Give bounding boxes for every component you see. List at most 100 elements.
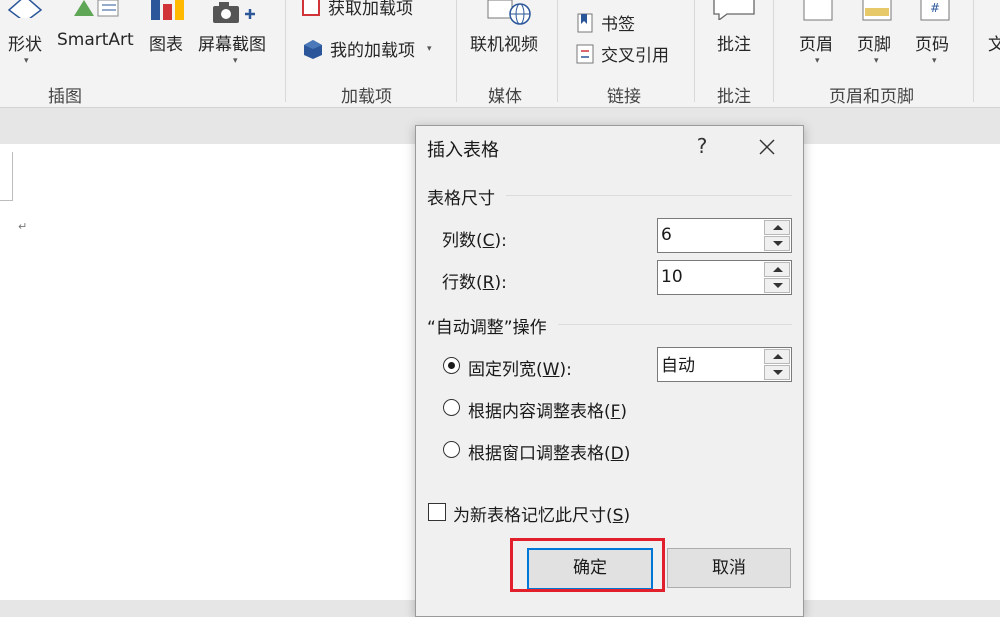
dialog-title: 插入表格 [427, 140, 499, 161]
rows-input[interactable] [658, 261, 763, 292]
arrow-up-icon [773, 267, 783, 272]
comment-label: 批注 [717, 35, 751, 55]
shapes-label: 形状 [8, 35, 42, 55]
fit-contents-label: 根据内容调整表格(F) [468, 402, 628, 422]
ribbon: 形状 ▾ SmartArt 图表 屏幕截图 ▾ 插图 获取加载项 我的加载项 ▾… [0, 0, 1000, 108]
section-divider [506, 195, 792, 196]
rows-label: 行数(R): [442, 273, 507, 293]
online-video-icon [487, 0, 531, 25]
columns-spinner-buttons [764, 220, 790, 251]
store-icon [302, 0, 320, 16]
page-number-label: 页码 [915, 35, 949, 55]
fit-contents-radio[interactable] [443, 399, 460, 416]
rows-spinner-buttons [764, 262, 790, 293]
bookmark-button[interactable]: 书签 [575, 10, 635, 35]
group-separator [285, 0, 286, 102]
cross-reference-label: 交叉引用 [601, 46, 669, 66]
chevron-down-icon: ▾ [24, 56, 29, 66]
fixed-width-spinner [657, 347, 792, 382]
rows-spinner [657, 260, 792, 295]
columns-spinner [657, 218, 792, 253]
addins-group-label: 加载项 [341, 87, 392, 107]
header-icon [803, 0, 833, 21]
bar-chart-icon [151, 0, 184, 20]
page-margin-corner-mark [0, 152, 13, 201]
smartart-button[interactable]: SmartArt [55, 0, 139, 70]
group-separator [973, 0, 974, 102]
screenshot-label: 屏幕截图 [198, 35, 266, 55]
remember-size-label: 为新表格记忆此尺寸(S) [453, 506, 631, 526]
paragraph-mark: ↵ [18, 220, 28, 233]
fixed-width-input[interactable] [658, 348, 763, 379]
fixed-width-radio[interactable] [443, 357, 460, 374]
columns-decrement-button[interactable] [764, 236, 790, 251]
bookmark-icon [577, 13, 593, 32]
addin-cube-icon [304, 39, 322, 59]
group-separator [773, 0, 774, 102]
columns-label: 列数(C): [442, 231, 507, 251]
my-addins-button[interactable]: 我的加载项 ▾ [302, 36, 432, 61]
online-video-button[interactable]: 联机视频 [466, 0, 548, 70]
chart-label: 图表 [149, 35, 183, 55]
close-icon [759, 139, 775, 155]
media-group-label: 媒体 [488, 87, 522, 107]
screenshot-button[interactable]: 屏幕截图 ▾ [196, 0, 276, 70]
ok-button[interactable]: 确定 [527, 548, 653, 590]
new-comment-button[interactable]: 批注 [705, 0, 763, 70]
chevron-down-icon: ▾ [427, 43, 432, 54]
chevron-down-icon: ▾ [932, 56, 937, 66]
fit-window-radio[interactable] [443, 441, 460, 458]
illustrations-group-label: 插图 [48, 87, 82, 107]
header-button[interactable]: 页眉 ▾ [790, 0, 846, 70]
header-label: 页眉 [799, 35, 833, 55]
get-addins-button[interactable]: 获取加载项 [300, 0, 413, 19]
table-size-section-label: 表格尺寸 [427, 189, 495, 209]
columns-input[interactable] [658, 219, 763, 250]
footer-button[interactable]: 页脚 ▾ [849, 0, 905, 70]
close-button[interactable] [754, 134, 780, 160]
fixed-width-decrement-button[interactable] [764, 365, 790, 380]
fixed-width-spinner-buttons [764, 349, 790, 380]
insert-table-dialog: 插入表格 ? 表格尺寸 列数(C): 行数(R): “自动调整”操作 固定列宽(… [415, 125, 804, 617]
page-number-icon: # [920, 0, 950, 21]
header-footer-group-label: 页眉和页脚 [829, 87, 914, 107]
rows-decrement-button[interactable] [764, 278, 790, 293]
bookmark-label: 书签 [601, 15, 635, 35]
shapes-icon [7, 0, 43, 18]
columns-increment-button[interactable] [764, 220, 790, 235]
section-divider [558, 324, 792, 325]
text-box-button-partial[interactable]: 文 [988, 30, 1000, 55]
comment-icon [713, 0, 755, 20]
group-separator [557, 0, 558, 102]
arrow-up-icon [773, 354, 783, 359]
smartart-label: SmartArt [57, 30, 134, 50]
rows-increment-button[interactable] [764, 262, 790, 277]
fit-window-label: 根据窗口调整表格(D) [468, 444, 631, 464]
autofit-section-label: “自动调整”操作 [427, 318, 547, 338]
arrow-up-icon [773, 225, 783, 230]
fixed-width-increment-button[interactable] [764, 349, 790, 364]
arrow-down-icon [773, 283, 783, 288]
footer-icon [862, 0, 892, 21]
chevron-down-icon: ▾ [233, 56, 238, 66]
chart-button[interactable]: 图表 [145, 0, 191, 70]
cross-reference-button[interactable]: 交叉引用 [575, 41, 669, 66]
svg-text:#: # [930, 1, 940, 15]
cross-reference-icon [576, 44, 594, 63]
fixed-width-label: 固定列宽(W): [468, 360, 572, 380]
footer-label: 页脚 [857, 35, 891, 55]
help-button[interactable]: ? [690, 134, 714, 158]
arrow-down-icon [773, 370, 783, 375]
page-number-button[interactable]: # 页码 ▾ [907, 0, 963, 70]
get-addins-label: 获取加载项 [328, 0, 413, 19]
cancel-button[interactable]: 取消 [667, 548, 791, 588]
chevron-down-icon: ▾ [815, 56, 820, 66]
shapes-button[interactable]: 形状 ▾ [0, 0, 50, 70]
links-group-label: 链接 [607, 87, 641, 107]
chevron-down-icon: ▾ [874, 56, 879, 66]
arrow-down-icon [773, 241, 783, 246]
my-addins-label: 我的加载项 [330, 41, 415, 61]
remember-size-checkbox[interactable] [428, 503, 446, 521]
smartart-icon [74, 0, 119, 17]
camera-icon [213, 2, 255, 23]
